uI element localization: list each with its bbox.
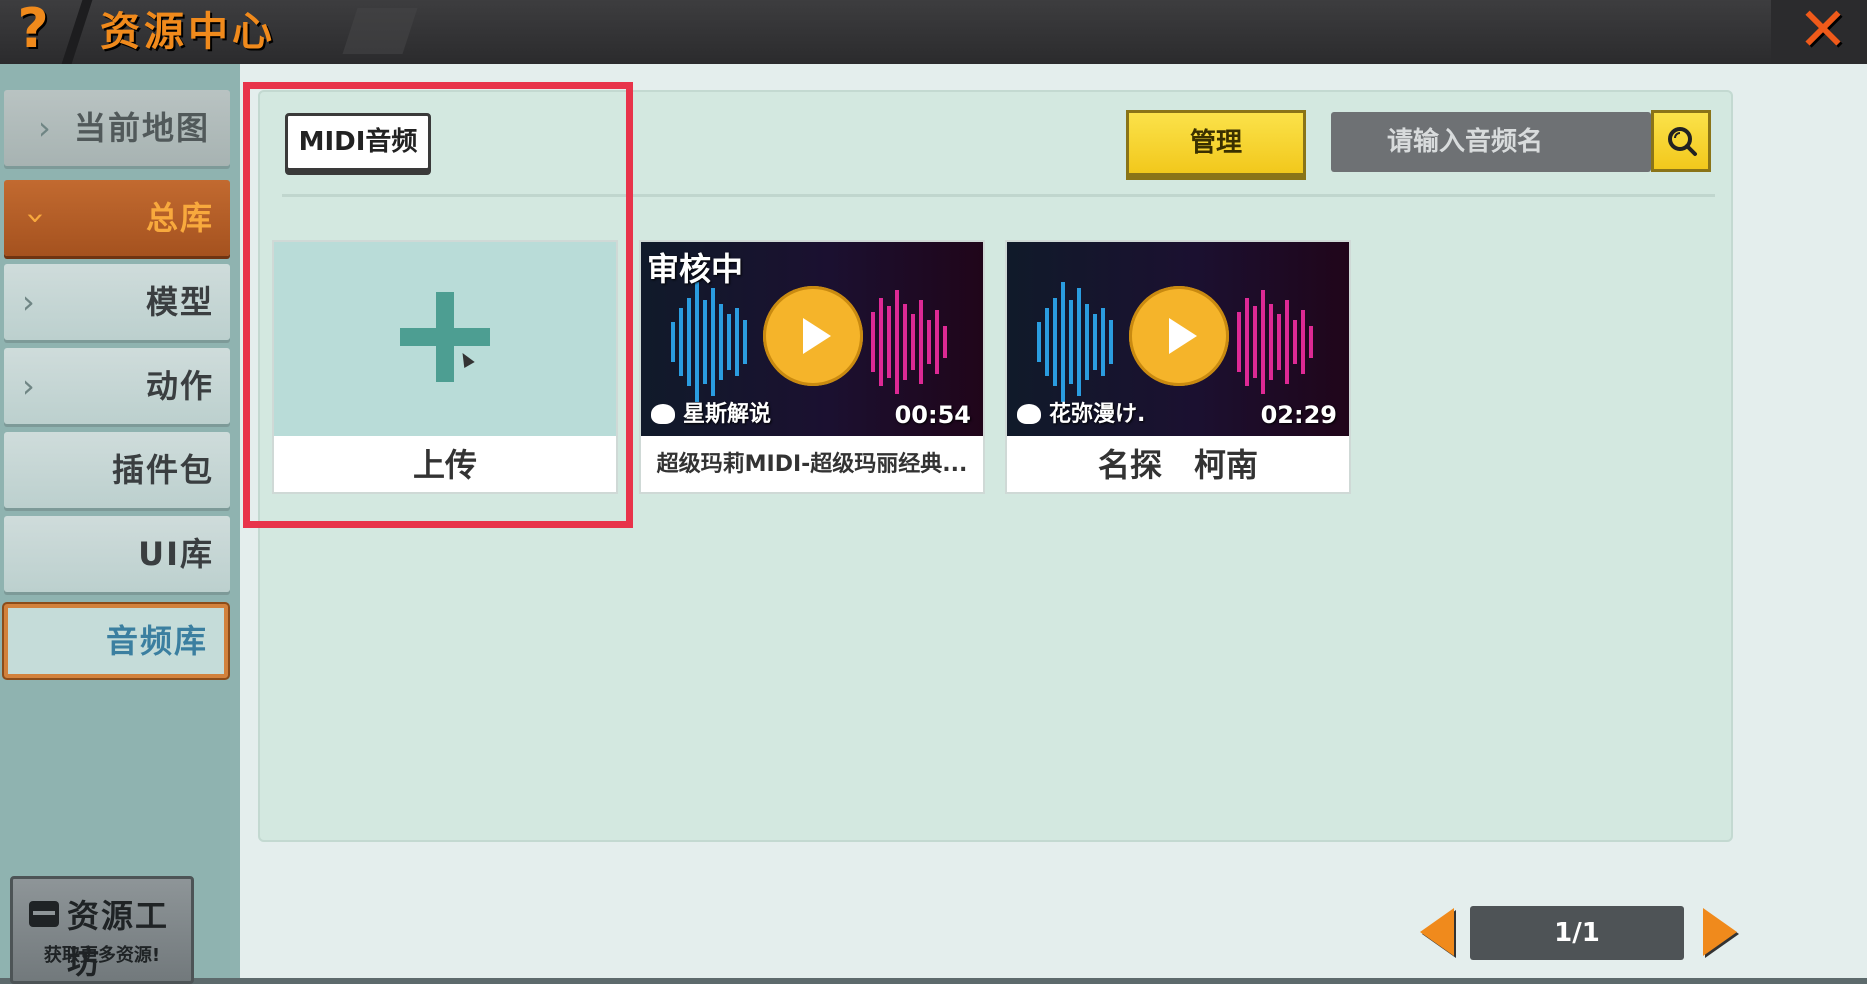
sidebar-item-label: 动作	[145, 367, 214, 405]
duration-label: 02:29	[1260, 401, 1337, 429]
question-mark-icon[interactable]: ?	[8, 0, 58, 58]
manage-button[interactable]: 管理	[1126, 110, 1306, 176]
resource-workshop-button[interactable]: 资源工坊 获取更多资源!	[10, 876, 194, 984]
title-separator	[61, 0, 93, 64]
sidebar-item-models[interactable]: › 模型	[4, 264, 230, 340]
sidebar-item-actions[interactable]: › 动作	[4, 348, 230, 424]
review-status-label: 审核中	[647, 250, 744, 288]
sidebar-item-current-map[interactable]: › 当前地图	[4, 90, 230, 166]
next-page-arrow-icon[interactable]	[1703, 908, 1737, 956]
chevron-down-icon: ›	[17, 211, 56, 225]
search-box	[1331, 112, 1651, 172]
workshop-subtitle: 获取更多资源!	[43, 945, 161, 966]
author-name: 星斯解说	[683, 402, 772, 427]
sidebar-item-label: 插件包	[111, 451, 214, 489]
close-area: ✕	[1771, 0, 1867, 64]
sidebar-item-label: 音频库	[105, 622, 208, 660]
cat-avatar-icon	[651, 404, 675, 424]
sidebar-item-audio-library[interactable]: 音频库	[4, 604, 228, 678]
duration-label: 00:54	[894, 401, 971, 429]
tab-midi-audio[interactable]: MIDI音频	[285, 113, 431, 171]
upload-thumbnail	[274, 242, 616, 436]
sidebar-item-label: 模型	[145, 283, 214, 321]
audio-thumbnail: 审核中 星斯解说 00:54	[641, 242, 983, 436]
audio-card[interactable]: 审核中 星斯解说 00:54 超级玛莉MIDI-超级玛丽经典...	[639, 240, 985, 494]
audio-thumbnail: 花弥漫け. 02:29	[1007, 242, 1349, 436]
chevron-right-icon: ›	[22, 367, 35, 405]
search-input[interactable]	[1331, 112, 1651, 172]
sidebar-item-label: 当前地图	[74, 109, 211, 147]
sidebar-item-plugin-packs[interactable]: 插件包	[4, 432, 230, 508]
search-button[interactable]	[1651, 110, 1711, 172]
card-caption: 名探 柯南	[1097, 446, 1258, 484]
window-title: 资源中心	[100, 9, 276, 55]
page-indicator: 1/1	[1470, 906, 1684, 960]
title-decoration	[342, 8, 418, 54]
play-icon[interactable]	[1129, 286, 1229, 386]
audio-card[interactable]: 花弥漫け. 02:29 名探 柯南	[1005, 240, 1351, 494]
sidebar: › 当前地图 › 总库 › 模型 › 动作 插件包 UI库 音频库 资源工坊 获…	[0, 64, 240, 984]
search-icon	[1668, 127, 1697, 156]
sidebar-item-label: UI库	[138, 535, 214, 573]
title-bar: ? 资源中心 ✕	[0, 0, 1867, 64]
sidebar-item-ui-library[interactable]: UI库	[4, 516, 230, 592]
card-caption: 超级玛莉MIDI-超级玛丽经典...	[656, 452, 968, 477]
cat-avatar-icon	[1017, 404, 1041, 424]
play-icon[interactable]	[763, 286, 863, 386]
close-x-icon[interactable]: ✕	[1793, 0, 1853, 62]
chevron-right-icon: ›	[38, 109, 51, 147]
sidebar-item-label: 总库	[145, 199, 214, 237]
author-label: 星斯解说	[651, 400, 771, 430]
card-caption: 上传	[412, 446, 477, 484]
chevron-right-icon: ›	[22, 283, 35, 321]
author-name: 花弥漫け.	[1049, 402, 1146, 427]
mouse-cursor-icon	[457, 349, 475, 369]
prev-page-arrow-icon[interactable]	[1420, 908, 1454, 956]
workshop-icon	[29, 901, 59, 927]
plus-icon-bar	[400, 328, 490, 346]
workshop-title: 资源工坊	[67, 897, 170, 981]
main-area	[240, 64, 1867, 978]
sidebar-item-total-library[interactable]: › 总库	[4, 180, 230, 256]
toolbar-divider	[282, 194, 1715, 197]
author-label: 花弥漫け.	[1017, 400, 1145, 430]
upload-card[interactable]: 上传	[272, 240, 618, 494]
